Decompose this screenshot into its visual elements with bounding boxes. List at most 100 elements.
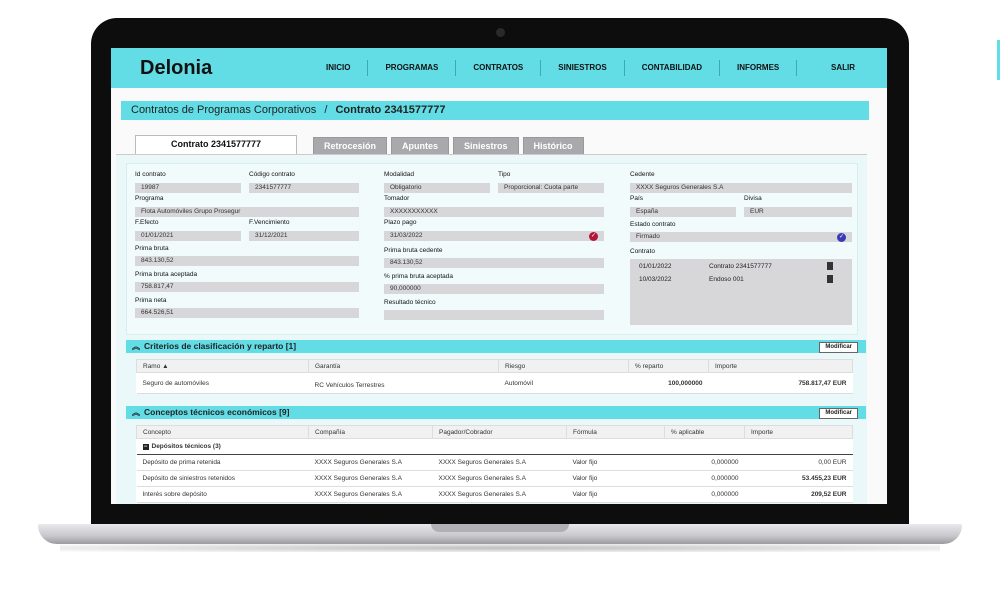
term-field: 31/03/2022 <box>384 231 604 241</box>
code-field: 2341577777 <box>249 183 359 193</box>
cell-concepto: Interés sobre depósito <box>136 486 309 503</box>
result-field <box>384 310 604 320</box>
breadcrumb-parent[interactable]: Contratos de Programas Corporativos <box>131 104 316 116</box>
country-field: España <box>630 207 736 217</box>
document-icon[interactable] <box>827 275 833 283</box>
contract-info: Id contrato 19987 Código contrato 234157… <box>126 163 858 335</box>
table-row[interactable]: Depósito de prima retenida XXXX Seguros … <box>136 454 853 471</box>
doc-date: 01/01/2022 <box>639 263 672 270</box>
effect-field: 01/01/2021 <box>135 231 241 241</box>
col-garantia[interactable]: Garantía <box>308 359 499 373</box>
criteria-title: Criterios de clasificación y reparto [1] <box>144 341 297 351</box>
modality-field: Obligatorio <box>384 183 490 193</box>
doc-name[interactable]: Endoso 001 <box>709 276 744 283</box>
laptop-shadow <box>60 544 940 552</box>
cell-pagador: XXXX Seguros Generales S.A <box>432 486 567 503</box>
table-row[interactable]: Seguro de automóviles RC Vehículos Terre… <box>136 372 853 394</box>
sort-up-icon: ▲ <box>162 362 169 370</box>
cell-concepto: Depósito de prima retenida <box>136 454 309 471</box>
cell-importe: 53.455,23 EUR <box>744 470 853 487</box>
collapse-icon[interactable]: ︽ <box>132 340 140 353</box>
col-riesgo[interactable]: Riesgo <box>498 359 629 373</box>
main-content: Contratos de Programas Corporativos / Co… <box>111 88 887 504</box>
cell-pct: 0,000000 <box>664 470 745 487</box>
pct-acc-field: 90,000000 <box>384 284 604 294</box>
col-aplicable[interactable]: % aplicable <box>664 425 745 439</box>
currency-field: EUR <box>744 207 852 217</box>
country-label: País <box>630 195 644 202</box>
nav-informes[interactable]: INFORMES <box>719 60 798 76</box>
col-formula[interactable]: Fórmula <box>566 425 665 439</box>
doc-date: 10/03/2022 <box>639 276 672 283</box>
nav-programas[interactable]: PROGRAMAS <box>367 60 455 76</box>
concepts-modify-button[interactable]: Modificar <box>819 408 858 419</box>
document-icon[interactable] <box>827 262 833 270</box>
pct-acc-label: % prima bruta aceptada <box>384 273 454 280</box>
broker-field: XXXXXXXXXXX <box>384 207 604 217</box>
program-label: Programa <box>135 195 164 202</box>
nav-siniestros[interactable]: SINIESTROS <box>540 60 623 76</box>
cell-concepto: Depósito de siniestros retenidos <box>136 470 309 487</box>
tab-contrato[interactable]: Contrato 2341577777 <box>135 135 297 155</box>
group-label: Depósitos técnicos (3) <box>151 443 221 450</box>
signed-icon: ✓ <box>837 233 846 242</box>
cell-pct: 0,000000 <box>664 486 745 503</box>
col-concepto[interactable]: Concepto <box>136 425 309 439</box>
nav-contabilidad[interactable]: CONTABILIDAD <box>623 60 719 76</box>
cell-compania: XXXX Seguros Generales S.A <box>308 470 433 487</box>
broker-label: Tomador <box>384 195 410 202</box>
net-label: Prima neta <box>135 297 167 304</box>
cedent-label: Cedente <box>630 171 655 178</box>
cell-compania: XXXX Seguros Generales S.A <box>308 454 433 471</box>
nav-contratos[interactable]: CONTRATOS <box>455 60 540 76</box>
concepts-title: Conceptos técnicos económicos [9] <box>144 407 290 417</box>
alert-icon: ✓ <box>589 232 598 241</box>
criteria-table: Ramo ▲ Garantía Riesgo % reparto Importe… <box>136 359 853 394</box>
app-screen: Delonia INICIO PROGRAMAS CONTRATOS SINIE… <box>111 48 887 504</box>
cell-formula: Valor fijo <box>566 454 665 471</box>
concepts-table: Concepto Compañía Pagador/Cobrador Fórmu… <box>136 425 853 503</box>
tab-bar: Contrato 2341577777 Retrocesión Apuntes … <box>135 135 588 156</box>
type-label: Tipo <box>498 171 511 178</box>
criteria-modify-button[interactable]: Modificar <box>819 342 858 353</box>
col-importe[interactable]: Importe <box>744 425 853 439</box>
cell-importe: 209,52 EUR <box>744 486 853 503</box>
col-reparto[interactable]: % reparto <box>628 359 709 373</box>
contract-panel: Id contrato 19987 Código contrato 234157… <box>116 154 867 504</box>
col-importe[interactable]: Importe <box>708 359 853 373</box>
cedent-field: XXXX Seguros Generales S.A <box>630 183 852 193</box>
term-label: Plazo pago <box>384 219 417 226</box>
status-field: Firmado <box>630 232 852 242</box>
cell-garantia: RC Vehículos Terrestres <box>308 372 499 394</box>
result-label: Resultado técnico <box>384 299 436 306</box>
laptop-notch <box>431 524 569 532</box>
group-row[interactable]: − Depósitos técnicos (3) <box>136 438 853 455</box>
doc-name[interactable]: Contrato 2341577777 <box>709 263 772 270</box>
cell-importe: 758.817,47 EUR <box>708 372 853 394</box>
cell-importe: 0,00 EUR <box>744 454 853 471</box>
col-pagador[interactable]: Pagador/Cobrador <box>432 425 567 439</box>
cell-pagador: XXXX Seguros Generales S.A <box>432 454 567 471</box>
top-bar: Delonia INICIO PROGRAMAS CONTRATOS SINIE… <box>111 48 887 88</box>
col-compania[interactable]: Compañía <box>308 425 433 439</box>
modality-label: Modalidad <box>384 171 414 178</box>
criteria-header: ︽ Criterios de clasificación y reparto [1… <box>126 340 866 353</box>
status-label: Estado contrato <box>630 221 676 228</box>
nav-inicio[interactable]: INICIO <box>309 60 367 76</box>
gross-ced-label: Prima bruta cedente <box>384 247 443 254</box>
cell-formula: Valor fijo <box>566 470 665 487</box>
table-row[interactable]: Depósito de siniestros retenidos XXXX Se… <box>136 470 853 487</box>
breadcrumb-separator: / <box>324 104 328 116</box>
docs-label: Contrato <box>630 248 655 255</box>
currency-label: Divisa <box>744 195 762 202</box>
table-row[interactable]: Interés sobre depósito XXXX Seguros Gene… <box>136 486 853 503</box>
app-logo[interactable]: Delonia <box>140 57 212 80</box>
collapse-icon[interactable]: ︽ <box>132 406 140 419</box>
expiry-label: F.Vencimiento <box>249 219 290 226</box>
collapse-group-icon[interactable]: − <box>142 444 149 450</box>
id-field: 19987 <box>135 183 241 193</box>
logout-link[interactable]: SALIR <box>831 63 855 72</box>
code-label: Código contrato <box>249 171 295 178</box>
col-ramo[interactable]: Ramo ▲ <box>136 359 309 373</box>
breadcrumb-current: Contrato 2341577777 <box>335 104 446 116</box>
